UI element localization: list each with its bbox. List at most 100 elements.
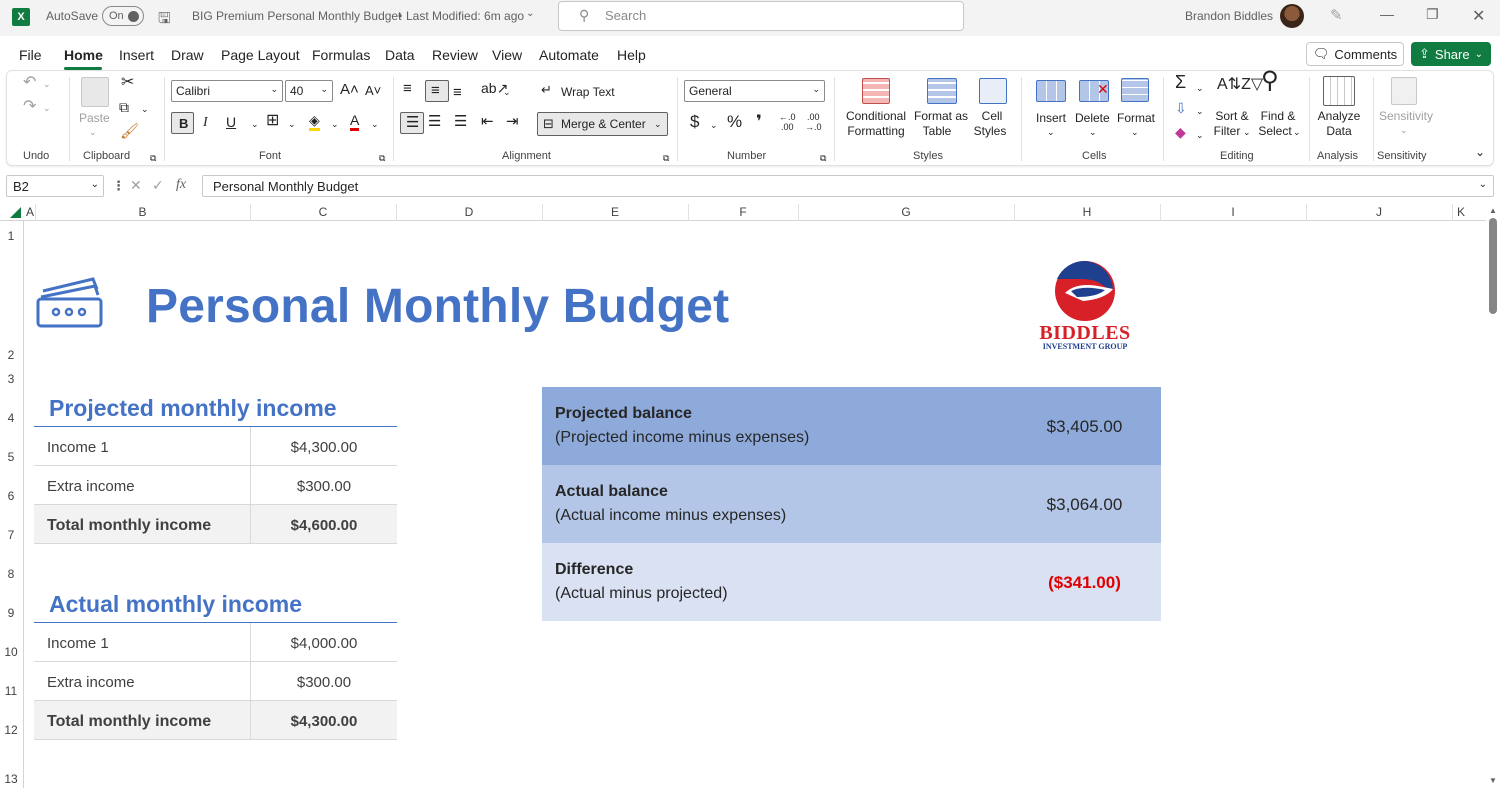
- bold-button[interactable]: B: [171, 112, 194, 134]
- align-left-button[interactable]: ☰: [400, 112, 424, 134]
- tab-view[interactable]: View: [492, 47, 522, 63]
- chevron-down-icon[interactable]: ⌄: [371, 117, 379, 132]
- restore-icon[interactable]: ❐: [1426, 6, 1439, 23]
- row-header-3[interactable]: 3: [0, 372, 22, 386]
- insert-button[interactable]: Insert: [1036, 111, 1066, 126]
- user-name[interactable]: Brandon Biddles: [1185, 9, 1273, 23]
- sort-filter-label-2[interactable]: Filter: [1211, 124, 1243, 139]
- row-header-2[interactable]: 2: [0, 348, 22, 362]
- analyze-data-button[interactable]: Analyze: [1317, 109, 1361, 124]
- save-icon[interactable]: 🖫: [158, 8, 171, 33]
- align-bottom-icon[interactable]: ≡: [453, 85, 462, 100]
- undo-icon[interactable]: ↶: [23, 75, 36, 91]
- sensitivity-icon[interactable]: [1391, 77, 1417, 105]
- dialog-launcher-icon[interactable]: ⧉: [663, 151, 669, 166]
- dialog-launcher-icon[interactable]: ⧉: [150, 151, 156, 166]
- borders-icon[interactable]: ⊞: [266, 113, 279, 129]
- chevron-down-icon[interactable]: ⌄: [1131, 125, 1139, 140]
- scroll-up-icon[interactable]: ▲: [1489, 206, 1497, 215]
- find-magnifier-icon[interactable]: ⚲: [1261, 69, 1279, 93]
- tab-draw[interactable]: Draw: [171, 47, 204, 63]
- chevron-down-icon[interactable]: ⌄: [503, 85, 511, 100]
- close-icon[interactable]: ✕: [1472, 6, 1485, 26]
- formula-input[interactable]: Personal Monthly Budget ⌄: [202, 175, 1494, 197]
- tab-home[interactable]: Home: [64, 47, 103, 63]
- projected-balance-block[interactable]: Projected balance (Projected income minu…: [542, 387, 1161, 465]
- comma-style-icon[interactable]: ❜: [756, 113, 762, 130]
- format-cells-icon[interactable]: [1121, 78, 1149, 102]
- chevron-down-icon[interactable]: ⌄: [288, 117, 296, 132]
- percent-icon[interactable]: %: [727, 113, 742, 130]
- insert-cells-icon[interactable]: [1036, 80, 1066, 102]
- minimize-icon[interactable]: —: [1380, 6, 1394, 22]
- format-as-table-label-2[interactable]: Table: [917, 124, 957, 139]
- tab-insert[interactable]: Insert: [119, 47, 154, 63]
- row-header-7[interactable]: 7: [0, 528, 22, 542]
- chevron-down-icon[interactable]: ⌄: [1196, 81, 1204, 96]
- column-header-j[interactable]: J: [1306, 205, 1452, 219]
- conditional-formatting-icon[interactable]: [862, 78, 890, 104]
- tab-file[interactable]: File: [19, 47, 42, 63]
- conditional-formatting-button[interactable]: Conditional: [843, 109, 909, 124]
- format-as-table-icon[interactable]: [927, 78, 957, 104]
- table-row[interactable]: Income 1 $4,300.00: [34, 427, 397, 466]
- scroll-down-icon[interactable]: ▼: [1489, 776, 1497, 785]
- table-row[interactable]: Income 1 $4,000.00: [34, 623, 397, 662]
- column-header-d[interactable]: D: [396, 205, 542, 219]
- analyze-data-icon[interactable]: [1323, 76, 1355, 106]
- format-as-table-button[interactable]: Format as: [913, 109, 969, 124]
- chevron-down-icon[interactable]: ⌄: [251, 117, 259, 132]
- tab-review[interactable]: Review: [432, 47, 478, 63]
- copy-icon[interactable]: ⧉: [119, 100, 129, 115]
- wrap-text-button[interactable]: Wrap Text: [561, 85, 615, 100]
- row-header-10[interactable]: 10: [0, 645, 22, 659]
- table-row[interactable]: Extra income $300.00: [34, 466, 397, 505]
- chevron-down-icon[interactable]: ⌄: [141, 102, 149, 117]
- chevron-down-icon[interactable]: ⌄: [43, 77, 51, 92]
- vertical-scrollbar[interactable]: ▲ ▼: [1486, 204, 1500, 788]
- column-header-e[interactable]: E: [542, 205, 688, 219]
- total-row[interactable]: Total monthly income $4,600.00: [34, 505, 397, 544]
- enter-check-icon[interactable]: ✓: [152, 177, 164, 194]
- column-header-i[interactable]: I: [1160, 205, 1306, 219]
- format-painter-icon[interactable]: 🖌: [120, 124, 139, 139]
- redo-icon[interactable]: ↷: [23, 99, 36, 115]
- delete-button[interactable]: Delete: [1075, 111, 1110, 126]
- scrollbar-thumb[interactable]: [1489, 218, 1497, 314]
- designer-pen-icon[interactable]: ✎: [1330, 6, 1343, 24]
- tab-automate[interactable]: Automate: [539, 47, 599, 63]
- tab-formulas[interactable]: Formulas: [312, 47, 370, 63]
- share-button[interactable]: ⇪ Share ⌄: [1411, 42, 1491, 66]
- autosave-toggle[interactable]: On: [102, 6, 144, 26]
- chevron-down-icon[interactable]: ⌄: [1400, 123, 1408, 138]
- sensitivity-button[interactable]: Sensitivity: [1379, 109, 1433, 124]
- row-header-13[interactable]: 13: [0, 772, 22, 786]
- row-header-6[interactable]: 6: [0, 489, 22, 503]
- cell-styles-label-2[interactable]: Styles: [973, 124, 1007, 139]
- row-header-8[interactable]: 8: [0, 567, 22, 581]
- row-header-11[interactable]: 11: [0, 684, 22, 698]
- chevron-down-icon[interactable]: ⌄: [1293, 125, 1301, 140]
- last-modified[interactable]: Last Modified: 6m ago: [406, 9, 524, 23]
- actual-balance-block[interactable]: Actual balance (Actual income minus expe…: [542, 465, 1161, 543]
- cell-styles-button[interactable]: Cell: [977, 109, 1007, 124]
- chevron-down-icon[interactable]: ⌄: [1196, 104, 1204, 119]
- row-header-1[interactable]: 1: [0, 229, 22, 243]
- cell-styles-icon[interactable]: [979, 78, 1007, 104]
- tab-page-layout[interactable]: Page Layout: [221, 47, 300, 63]
- font-name-select[interactable]: Calibri ⌄: [171, 80, 283, 102]
- sort-filter-icon[interactable]: A⇅Z▽: [1217, 77, 1263, 93]
- chevron-down-icon[interactable]: ⌄: [526, 8, 534, 19]
- increase-indent-icon[interactable]: ⇥: [506, 114, 519, 129]
- worksheet[interactable]: Personal Monthly Budget BIDDLES INVESTME…: [25, 221, 1483, 788]
- column-header-b[interactable]: B: [35, 205, 250, 219]
- select-all-corner[interactable]: [10, 207, 21, 218]
- clear-eraser-icon[interactable]: ◆: [1175, 125, 1186, 140]
- format-button[interactable]: Format: [1117, 111, 1155, 126]
- chevron-down-icon[interactable]: ⌄: [1243, 125, 1251, 140]
- analyze-data-label-2[interactable]: Data: [1325, 124, 1353, 139]
- find-select-label-2[interactable]: Select: [1257, 124, 1293, 139]
- tab-help[interactable]: Help: [617, 47, 646, 63]
- autosum-icon[interactable]: Σ: [1175, 73, 1186, 91]
- name-box[interactable]: B2 ⌄: [6, 175, 104, 197]
